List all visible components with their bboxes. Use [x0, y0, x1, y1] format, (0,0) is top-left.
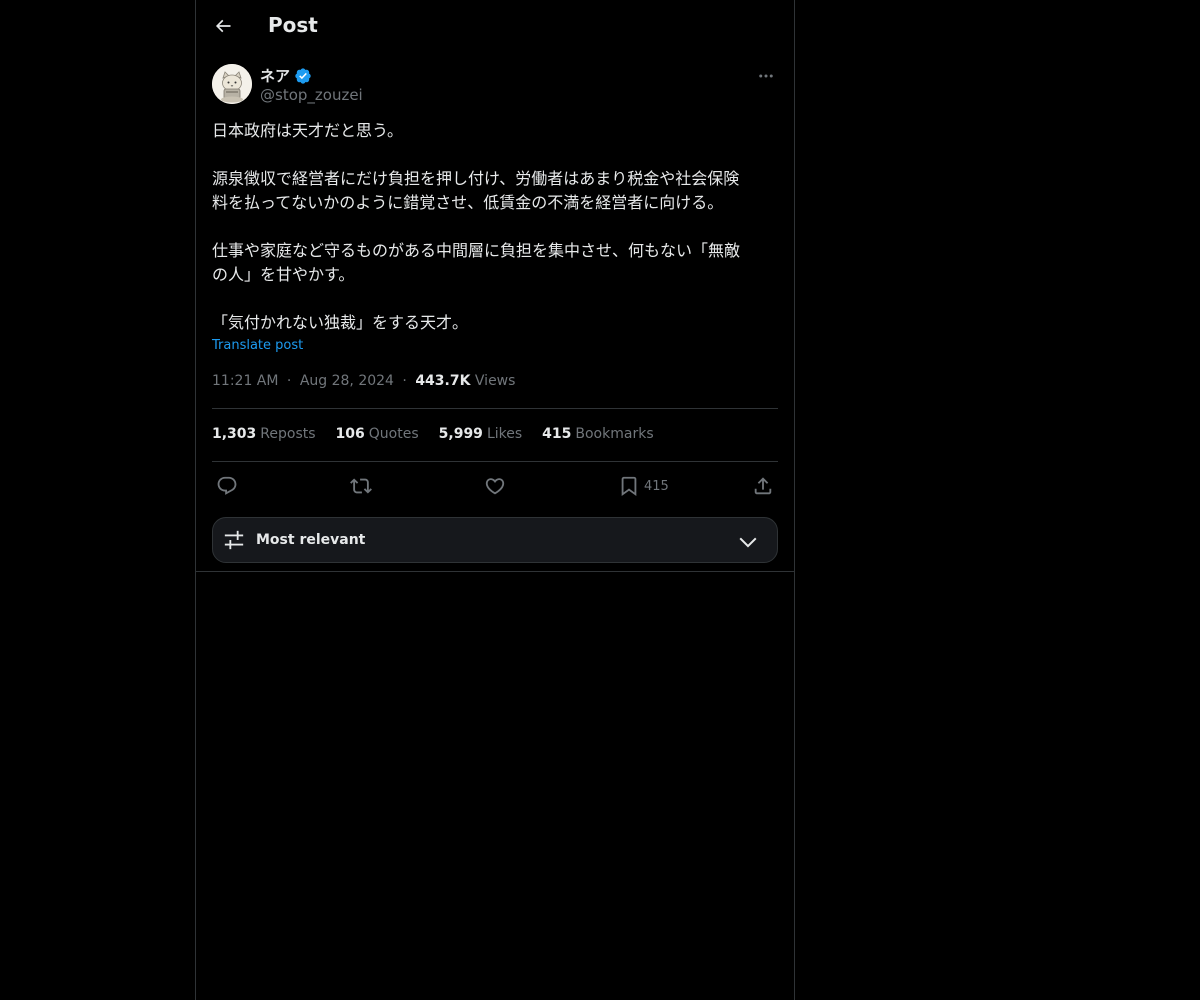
likes-label: Likes [486, 426, 523, 442]
quotes-label: Quotes [368, 426, 419, 442]
tweet-line: の人」を甘やかす。 [212, 265, 355, 284]
tweet-line: 「気付かれない独裁」をする天才。 [212, 313, 469, 332]
tweet-line: 源泉徴収で経営者にだけ負担を押し付け、労働者はあまり税金や社会保険 [212, 169, 740, 188]
verified-badge-icon[interactable] [294, 67, 312, 85]
meta-separator: · [286, 373, 292, 389]
divider [212, 461, 778, 462]
likes-count: 5,999 [438, 426, 483, 442]
tweet-line: 日本政府は天才だと思う。 [212, 121, 404, 140]
chevron-down-icon [739, 537, 757, 548]
replies-sort-dropdown[interactable]: Most relevant [212, 517, 778, 563]
sliders-icon [224, 530, 244, 550]
primary-column: Post ネア @stop_zouzei 日本政府は天才だと思う。 源泉徴収で経… [195, 0, 795, 1000]
reply-button[interactable] [216, 473, 238, 499]
cat-avatar-icon [212, 64, 252, 104]
tweet-line [212, 143, 778, 167]
bookmark-icon [621, 476, 637, 497]
heart-icon [485, 478, 505, 495]
quotes-count: 106 [335, 426, 365, 442]
tweet-actions: 415 [212, 473, 778, 499]
page-header: Post [196, 0, 794, 53]
tweet-line: 仕事や家庭など守るものがある中間層に負担を集中させ、何もない「無敵 [212, 241, 741, 260]
avatar[interactable] [212, 64, 252, 104]
page-title: Post [268, 13, 318, 37]
bookmark-button[interactable]: 415 [618, 473, 669, 499]
back-button[interactable] [208, 11, 238, 41]
tweet-meta: 11:21 AM · Aug 28, 2024 · 443.7K Views [212, 373, 515, 389]
translate-post-link[interactable]: Translate post [212, 338, 303, 353]
like-button[interactable] [484, 473, 506, 499]
divider [212, 408, 778, 409]
bookmarks-label: Bookmarks [575, 426, 654, 442]
tweet-date[interactable]: Aug 28, 2024 [300, 373, 394, 389]
author-name[interactable]: ネア [260, 65, 312, 86]
bookmark-count: 415 [644, 478, 669, 494]
author-handle[interactable]: @stop_zouzei [260, 86, 363, 104]
engagement-stats: 1,303 Reposts 106 Quotes 5,999 Likes 415 Boo… [212, 426, 654, 442]
reposts-stat[interactable]: 1,303 Reposts [212, 426, 316, 442]
reply-icon [217, 476, 237, 495]
tweet-line: 料を払ってないかのように錯覚させ、低賃金の不満を経営者に向ける。 [212, 193, 724, 212]
meta-separator: · [402, 373, 407, 389]
divider [196, 571, 794, 572]
likes-stat[interactable]: 5,999 Likes [439, 426, 523, 442]
views-label: Views [474, 373, 516, 389]
more-options-button[interactable] [754, 64, 778, 88]
author-display-name: ネア [260, 67, 291, 85]
arrow-left-icon [215, 19, 231, 33]
tweet-text: 日本政府は天才だと思う。 源泉徴収で経営者にだけ負担を押し付け、労働者はあまり税… [212, 119, 778, 335]
share-button[interactable] [752, 473, 774, 499]
sort-label: Most relevant [256, 532, 366, 548]
tweet-time[interactable]: 11:21 AM [212, 373, 278, 389]
repost-button[interactable] [350, 473, 372, 499]
quotes-stat[interactable]: 106 Quotes [336, 426, 419, 442]
more-horizontal-icon [759, 74, 773, 78]
tweet-line [212, 287, 778, 311]
repost-icon [350, 478, 372, 494]
reposts-count: 1,303 [212, 426, 257, 442]
reposts-label: Reposts [260, 426, 316, 442]
bookmarks-stat[interactable]: 415 Bookmarks [542, 426, 653, 442]
bookmarks-count: 415 [542, 426, 572, 442]
tweet-line [212, 215, 778, 239]
views-count: 443.7K [415, 373, 471, 389]
share-icon [754, 477, 772, 495]
